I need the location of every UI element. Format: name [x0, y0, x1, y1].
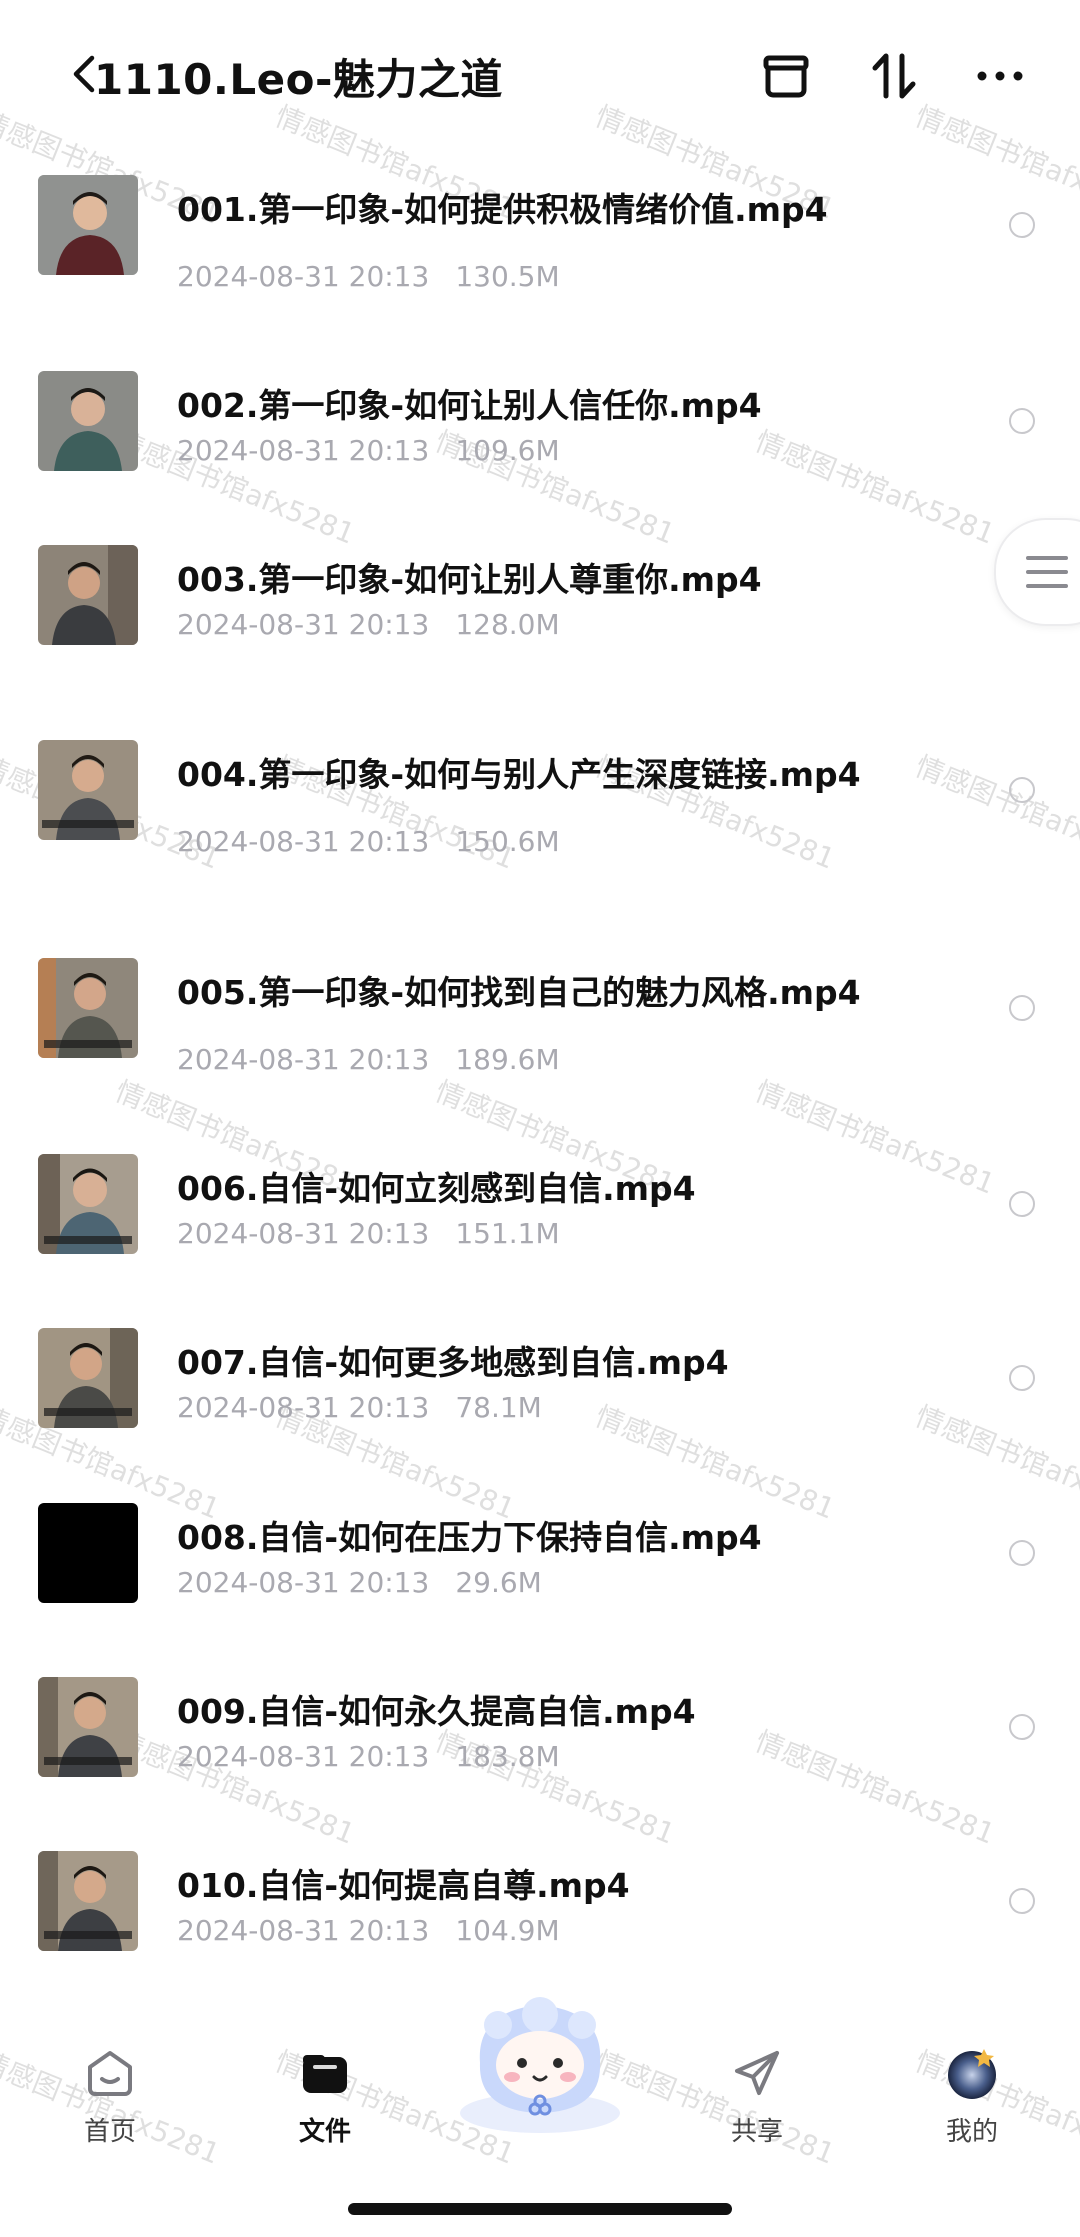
select-radio[interactable]	[1009, 1714, 1035, 1740]
sort-icon[interactable]	[862, 44, 926, 108]
nav-files[interactable]: 文件	[265, 2045, 385, 2148]
file-name: 008.自信-如何在压力下保持自信.mp4	[177, 1518, 762, 1557]
file-meta: 2024-08-31 20:13 109.6M	[177, 434, 560, 467]
file-size: 151.1M	[455, 1217, 560, 1250]
side-menu-handle[interactable]	[994, 518, 1080, 626]
more-icon[interactable]	[968, 44, 1032, 108]
file-size: 183.8M	[455, 1740, 560, 1773]
video-thumbnail	[38, 175, 138, 275]
file-name: 007.自信-如何更多地感到自信.mp4	[177, 1343, 729, 1382]
top-bar: 1110.Leo-魅力之道	[0, 0, 1080, 150]
file-name: 009.自信-如何永久提高自信.mp4	[177, 1692, 696, 1731]
file-name: 010.自信-如何提高自尊.mp4	[177, 1866, 630, 1905]
select-radio[interactable]	[1009, 212, 1035, 238]
nav-home[interactable]: 首页	[50, 2045, 170, 2148]
file-name: 006.自信-如何立刻感到自信.mp4	[177, 1169, 696, 1208]
file-meta: 2024-08-31 20:13 150.6M	[177, 825, 560, 858]
file-date: 2024-08-31 20:13	[177, 434, 430, 467]
file-meta: 2024-08-31 20:13 128.0M	[177, 608, 560, 641]
watermark: 情感图书馆afx5281	[590, 1399, 840, 1526]
video-thumbnail	[38, 1677, 138, 1777]
watermark: 情感图书馆afx5281	[910, 1399, 1080, 1526]
video-thumbnail	[38, 1851, 138, 1951]
select-radio[interactable]	[1009, 408, 1035, 434]
file-date: 2024-08-31 20:13	[177, 1391, 430, 1424]
file-size: 128.0M	[455, 608, 560, 641]
video-thumbnail	[38, 1328, 138, 1428]
nav-files-label: 文件	[298, 2117, 351, 2147]
nav-mine[interactable]: 我的	[912, 2045, 1032, 2148]
file-meta: 2024-08-31 20:13 189.6M	[177, 1043, 560, 1076]
video-thumbnail	[38, 371, 138, 471]
file-size: 150.6M	[455, 825, 560, 858]
archive-box-icon[interactable]	[754, 44, 818, 108]
watermark: 情感图书馆afx5281	[750, 424, 1000, 551]
file-date: 2024-08-31 20:13	[177, 1566, 430, 1599]
file-name: 003.第一印象-如何让别人尊重你.mp4	[177, 560, 762, 599]
menu-line	[1026, 570, 1068, 574]
file-name: 002.第一印象-如何让别人信任你.mp4	[177, 386, 762, 425]
file-date: 2024-08-31 20:13	[177, 260, 430, 293]
watermark: 情感图书馆afx5281	[910, 749, 1080, 876]
avatar	[944, 2045, 1000, 2101]
video-thumbnail	[38, 958, 138, 1058]
nav-share-label: 共享	[730, 2117, 783, 2147]
watermark: 情感图书馆afx5281	[750, 1074, 1000, 1201]
file-name: 001.第一印象-如何提供积极情绪价值.mp4	[177, 190, 828, 229]
file-date: 2024-08-31 20:13	[177, 1740, 430, 1773]
video-thumbnail	[38, 1154, 138, 1254]
send-icon	[729, 2045, 785, 2101]
file-name: 004.第一印象-如何与别人产生深度链接.mp4	[177, 755, 861, 794]
select-radio[interactable]	[1009, 777, 1035, 803]
nav-home-label: 首页	[83, 2117, 136, 2147]
file-date: 2024-08-31 20:13	[177, 1217, 430, 1250]
menu-line	[1026, 584, 1068, 588]
file-meta: 2024-08-31 20:13 104.9M	[177, 1914, 560, 1947]
file-meta: 2024-08-31 20:13 130.5M	[177, 260, 560, 293]
file-size: 29.6M	[455, 1566, 542, 1599]
file-meta: 2024-08-31 20:13 29.6M	[177, 1566, 542, 1599]
file-date: 2024-08-31 20:13	[177, 1914, 430, 1947]
page-title: 1110.Leo-魅力之道	[94, 55, 503, 104]
video-thumbnail	[38, 1503, 138, 1603]
select-radio[interactable]	[1009, 1540, 1035, 1566]
watermark: 情感图书馆afx5281	[750, 1724, 1000, 1851]
select-radio[interactable]	[1009, 995, 1035, 1021]
home-icon	[82, 2045, 138, 2101]
nav-share[interactable]: 共享	[697, 2045, 817, 2148]
file-meta: 2024-08-31 20:13 151.1M	[177, 1217, 560, 1250]
file-size: 130.5M	[455, 260, 560, 293]
select-radio[interactable]	[1009, 1191, 1035, 1217]
file-size: 189.6M	[455, 1043, 560, 1076]
nav-mine-label: 我的	[945, 2117, 998, 2147]
file-meta: 2024-08-31 20:13 78.1M	[177, 1391, 542, 1424]
select-radio[interactable]	[1009, 1888, 1035, 1914]
menu-line	[1026, 556, 1068, 560]
video-thumbnail	[38, 740, 138, 840]
folder-icon	[297, 2045, 353, 2101]
file-date: 2024-08-31 20:13	[177, 608, 430, 641]
file-name: 005.第一印象-如何找到自己的魅力风格.mp4	[177, 973, 861, 1012]
file-meta: 2024-08-31 20:13 183.8M	[177, 1740, 560, 1773]
file-size: 109.6M	[455, 434, 560, 467]
file-date: 2024-08-31 20:13	[177, 825, 430, 858]
home-indicator[interactable]	[348, 2203, 732, 2215]
assistant-mascot-button[interactable]	[450, 1985, 630, 2135]
select-radio[interactable]	[1009, 1365, 1035, 1391]
file-date: 2024-08-31 20:13	[177, 1043, 430, 1076]
file-size: 104.9M	[455, 1914, 560, 1947]
file-size: 78.1M	[455, 1391, 542, 1424]
video-thumbnail	[38, 545, 138, 645]
